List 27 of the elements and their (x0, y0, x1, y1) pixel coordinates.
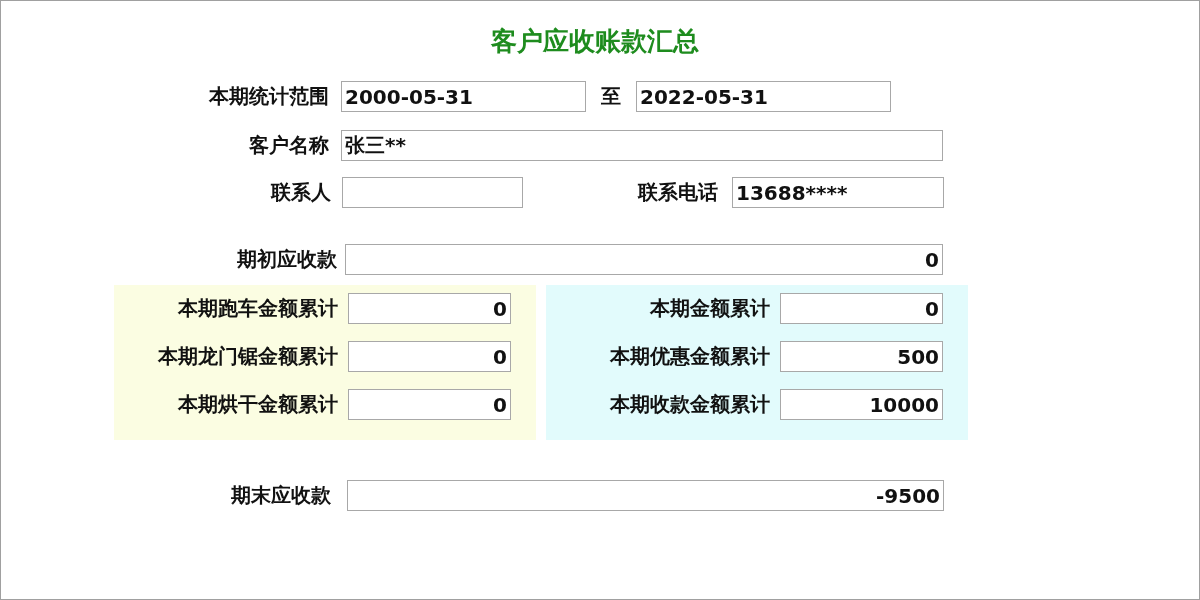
phone-field[interactable]: 13688**** (732, 177, 944, 208)
amount-field[interactable]: 0 (780, 293, 943, 324)
contact-field[interactable] (342, 177, 523, 208)
amount-field[interactable]: 10000 (780, 389, 943, 420)
customer-name-field[interactable]: 张三** (341, 130, 943, 161)
field-label: 本期优惠金额累计 (610, 343, 770, 370)
amount-field[interactable]: 0 (348, 389, 511, 420)
field-label: 本期龙门锯金额累计 (158, 343, 338, 370)
end-date-field[interactable]: 2022-05-31 (636, 81, 891, 112)
field-label: 期初应收款 (236, 246, 337, 273)
field-label: 本期收款金额累计 (610, 391, 770, 418)
closing-balance-field[interactable]: -9500 (347, 480, 944, 511)
field-label: 本期统计范围 (208, 83, 329, 110)
field-label: 联系电话 (636, 179, 718, 206)
range-separator: 至 (601, 83, 621, 110)
field-label: 期末应收款 (230, 482, 331, 509)
field-label: 客户名称 (248, 132, 329, 159)
opening-balance-field[interactable]: 0 (345, 244, 943, 275)
amount-field[interactable]: 0 (348, 293, 511, 324)
amount-field[interactable]: 0 (348, 341, 511, 372)
start-date-field[interactable]: 2000-05-31 (341, 81, 586, 112)
field-label: 本期烘干金额累计 (178, 391, 338, 418)
field-label: 本期跑车金额累计 (178, 295, 338, 322)
field-label: 本期金额累计 (650, 295, 770, 322)
form-title: 客户应收账款汇总 (490, 25, 700, 58)
field-label: 联系人 (269, 179, 331, 206)
amount-field[interactable]: 500 (780, 341, 943, 372)
